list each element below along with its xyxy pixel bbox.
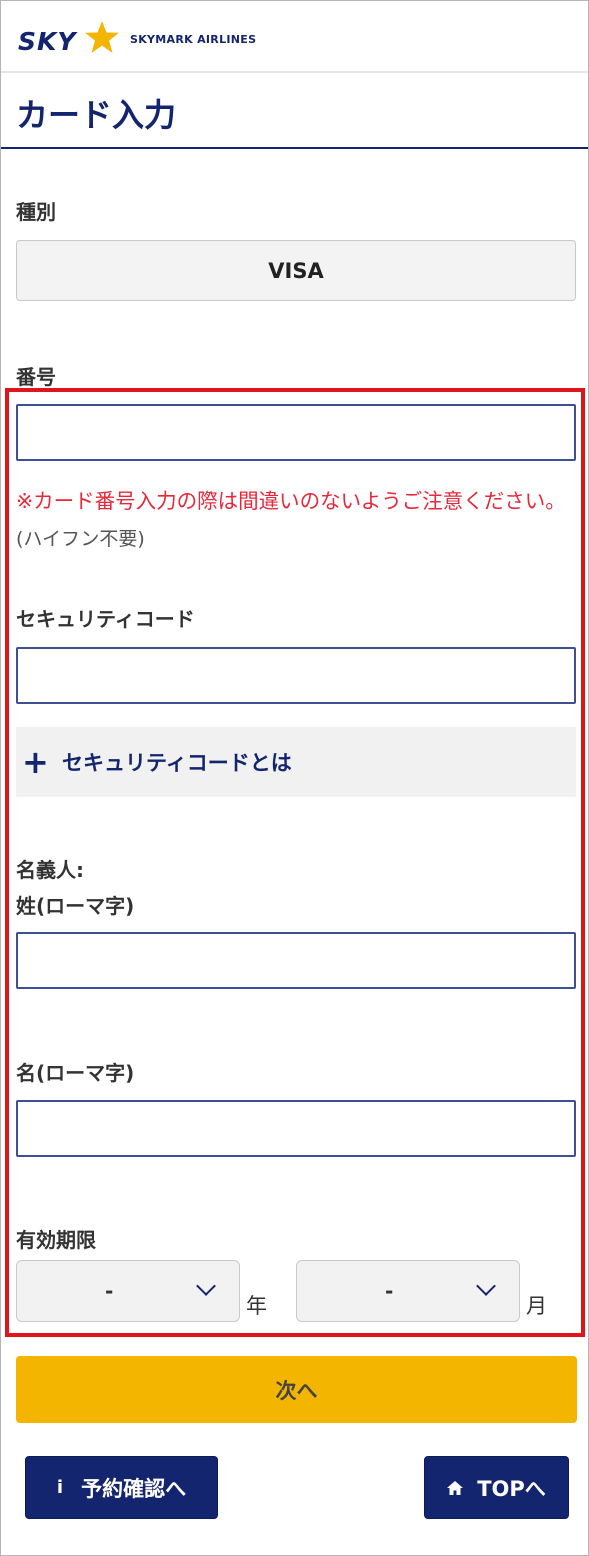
logo-text: SKYMARK AIRLINES <box>130 33 257 46</box>
cardholder-label-line1: 名義人: <box>16 858 84 882</box>
card-number-input[interactable] <box>16 404 576 461</box>
home-icon <box>447 1480 464 1495</box>
chevron-down-icon <box>476 1276 496 1296</box>
expiry-month-value: - <box>385 1279 394 1303</box>
first-name-label: 名(ローマ字) <box>16 1061 135 1085</box>
security-code-help-label: セキュリティコードとは <box>62 751 292 775</box>
next-button[interactable]: 次へ <box>16 1356 577 1423</box>
title-divider <box>1 147 588 149</box>
expiry-year-value: - <box>105 1279 114 1303</box>
year-unit: 年 <box>246 1294 267 1318</box>
logo-sky[interactable]: SKY <box>18 27 76 56</box>
card-type-label: 種別 <box>16 200 56 224</box>
card-type-button[interactable]: VISA <box>16 240 576 301</box>
reservation-check-label: 予約確認へ <box>81 1476 187 1501</box>
plus-icon: + <box>22 743 49 781</box>
card-number-label: 番号 <box>16 365 56 389</box>
security-code-input[interactable] <box>16 647 576 704</box>
top-label: TOPへ <box>477 1476 546 1501</box>
security-code-help-toggle[interactable]: + セキュリティコードとは <box>16 727 576 797</box>
star-logo-icon <box>85 21 119 53</box>
chevron-down-icon <box>196 1276 216 1296</box>
expiry-year-select[interactable]: - <box>16 1260 240 1322</box>
security-code-label: セキュリティコード <box>16 607 195 631</box>
info-icon: i <box>56 1477 64 1498</box>
hyphen-note: (ハイフン不要) <box>16 528 145 550</box>
page-title: カード入力 <box>16 96 177 134</box>
expiry-month-select[interactable]: - <box>296 1260 520 1322</box>
card-number-warning: ※カード番号入力の際は間違いのないようご注意ください。 (ハイフン不要) <box>16 483 576 558</box>
month-unit: 月 <box>526 1294 547 1318</box>
first-name-input[interactable] <box>16 1100 576 1157</box>
warning-text: ※カード番号入力の際は間違いのないようご注意ください。 <box>16 489 566 513</box>
cardholder-label: 名義人: 姓(ローマ字) <box>16 852 134 924</box>
last-name-input[interactable] <box>16 932 576 989</box>
top-button[interactable]: TOPへ <box>424 1456 569 1519</box>
cardholder-label-line2: 姓(ローマ字) <box>16 894 135 918</box>
expiry-label: 有効期限 <box>16 1228 96 1252</box>
reservation-check-button[interactable]: i 予約確認へ <box>25 1456 218 1519</box>
